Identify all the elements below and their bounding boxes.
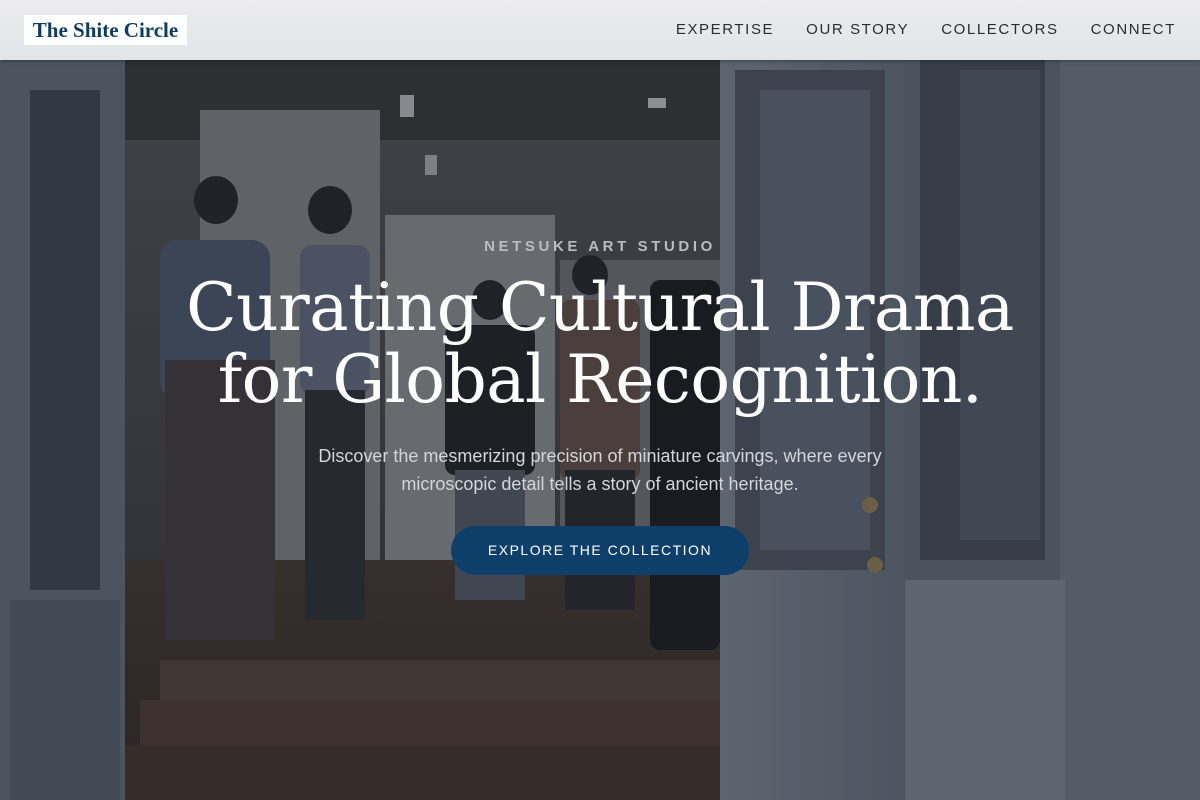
- hero-section: NETSUKE ART STUDIO Curating Cultural Dra…: [0, 60, 1200, 800]
- nav-link-expertise[interactable]: EXPERTISE: [676, 20, 774, 40]
- nav-link-collectors[interactable]: COLLECTORS: [941, 20, 1058, 40]
- nav-link-connect[interactable]: CONNECT: [1091, 20, 1176, 40]
- hero-headline-line-1: Curating Cultural Drama: [186, 269, 1014, 346]
- hero-subtext: Discover the mesmerizing precision of mi…: [318, 446, 882, 494]
- nav-link-our-story[interactable]: OUR STORY: [806, 20, 909, 40]
- hero-headline: Curating Cultural Drama for Global Recog…: [100, 272, 1100, 416]
- main-nav: EXPERTISE OUR STORY COLLECTORS CONNECT: [644, 0, 1176, 60]
- hero-eyebrow: NETSUKE ART STUDIO: [484, 238, 716, 255]
- hero-content: NETSUKE ART STUDIO Curating Cultural Dra…: [0, 60, 1200, 800]
- site-header: The Shite Circle EXPERTISE OUR STORY COL…: [0, 0, 1200, 60]
- explore-collection-button[interactable]: EXPLORE THE COLLECTION: [451, 526, 749, 575]
- site-logo[interactable]: The Shite Circle: [24, 15, 187, 45]
- hero-headline-line-2: for Global Recognition.: [217, 341, 983, 418]
